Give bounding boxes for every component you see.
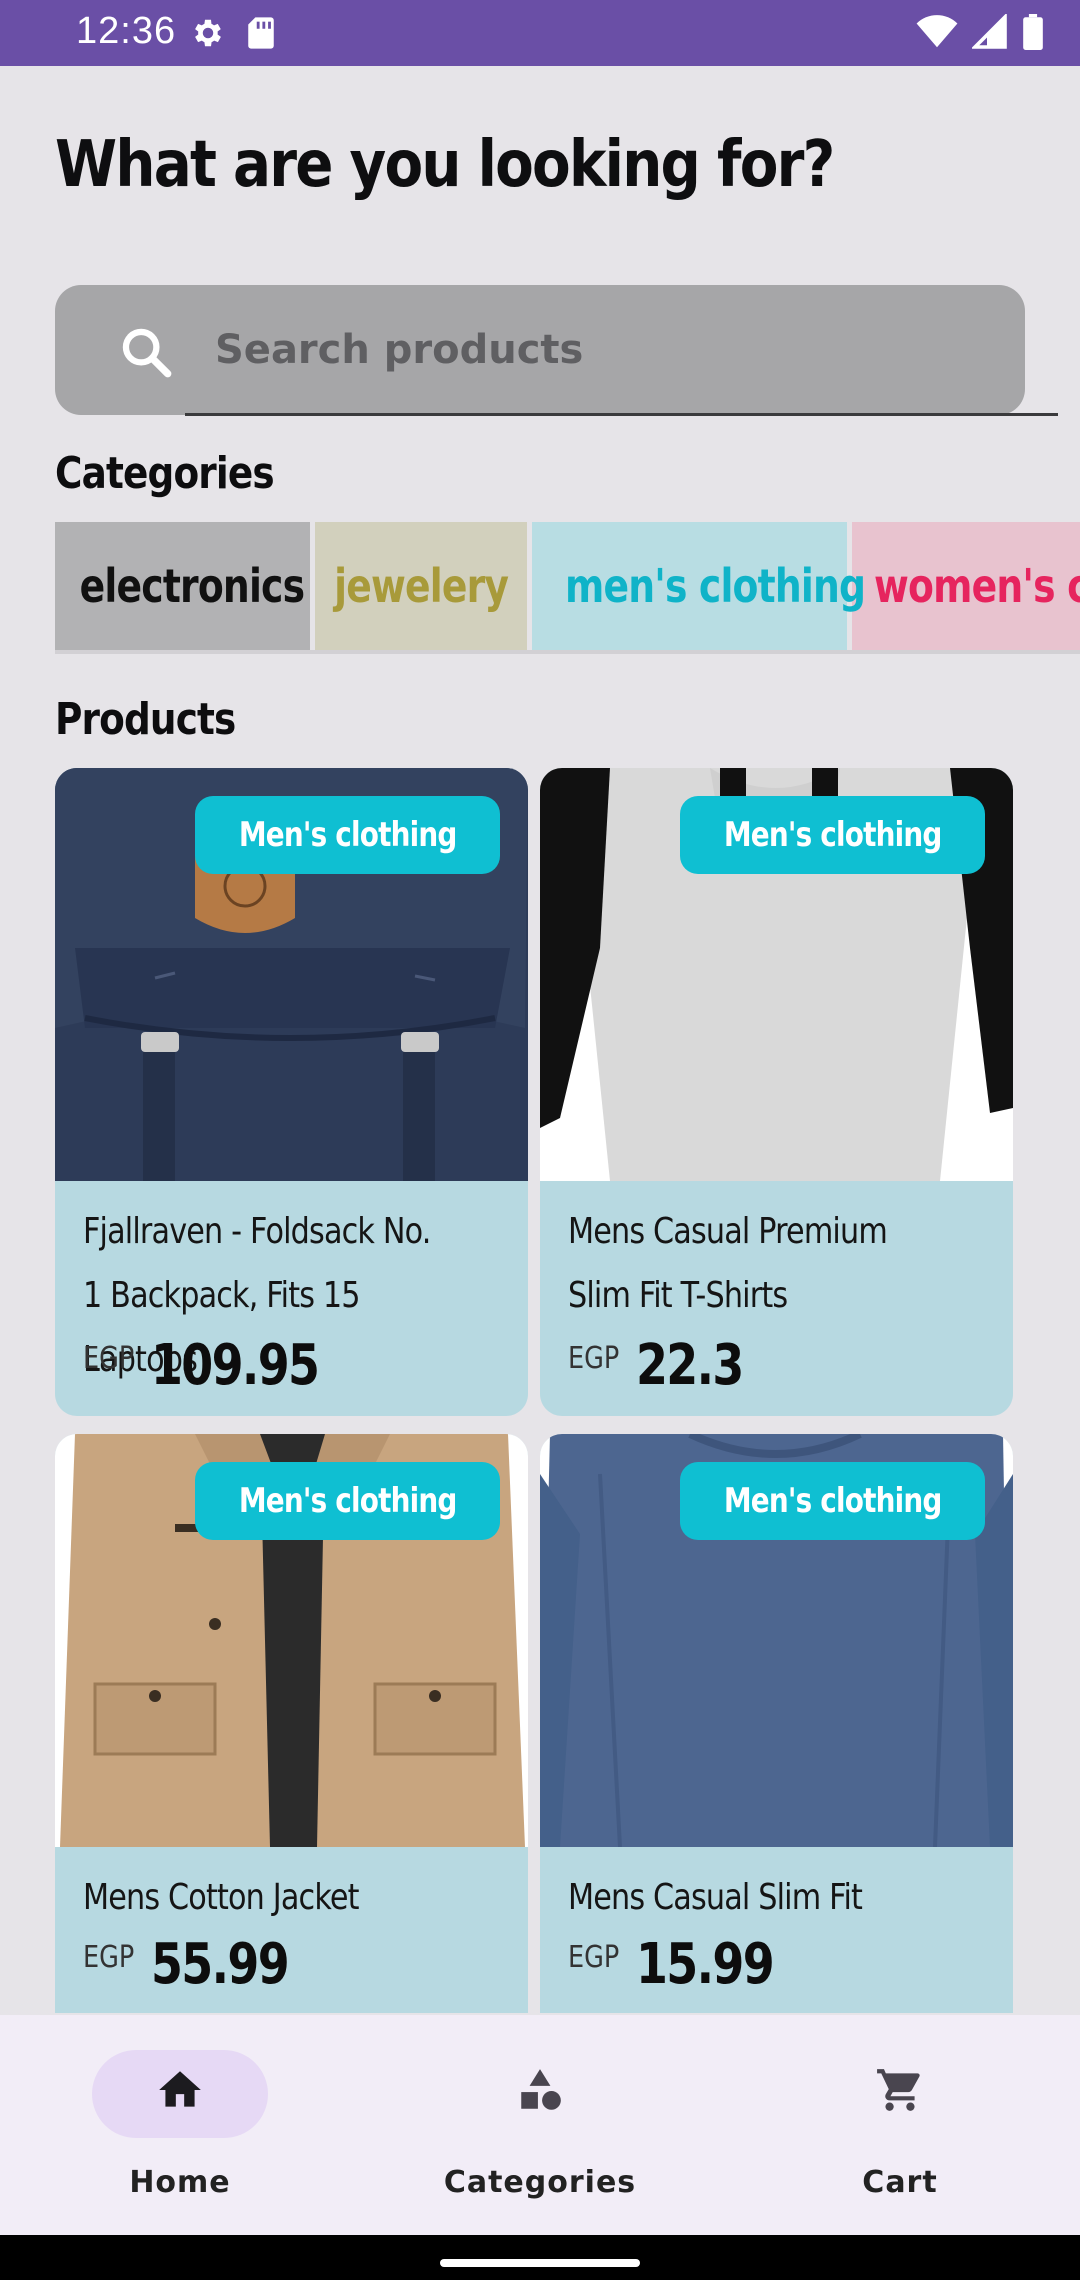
product-category-badge: Men's clothing [679,796,985,874]
home-gesture-bar[interactable] [440,2259,640,2267]
product-price: EGP 109.95 [83,1333,355,1398]
search-underline [185,413,1058,416]
categories-list[interactable]: electronics jewelery men's clothing women's… [55,522,1080,652]
system-navigation-area [0,2235,1080,2280]
search-box[interactable] [55,285,1058,416]
status-bar: 12:36 [0,0,1080,66]
categories-heading: Categories [55,448,275,499]
product-name: Mens Cotton Jacket [83,1877,360,1918]
category-chip-mens-clothing[interactable]: men's clothing [532,522,866,650]
badge-label: Men's clothing [238,815,457,855]
category-chip-jewelery[interactable]: jewelery [315,522,527,650]
product-category-badge: Men's clothing [194,1462,500,1540]
status-icons-right [916,14,1044,50]
product-currency: EGP [568,1341,620,1376]
product-amount: 109.95 [151,1333,320,1398]
product-name: Mens Casual Slim Fit [568,1877,863,1918]
nav-label: Cart [862,2165,938,2200]
category-chip-electronics[interactable]: electronics [55,522,310,650]
category-chip-label: electronics [79,559,305,613]
product-amount: 55.99 [151,1932,290,1997]
page-title: What are you looking for? [55,128,835,202]
product-currency: EGP [568,1940,620,1975]
product-amount: 22.3 [636,1333,744,1398]
product-image-jacket: Men's clothing [55,1434,528,1847]
product-image-backpack: Men's clothing [55,768,528,1181]
badge-label: Men's clothing [723,1481,942,1521]
wifi-icon [916,15,958,48]
product-price: EGP 15.99 [568,1932,803,1997]
nav-item-categories[interactable]: Categories [360,2015,720,2235]
product-category-badge: Men's clothing [679,1462,985,1540]
home-icon [159,2071,201,2107]
product-image-tshirt: Men's clothing [540,768,1013,1181]
product-image-longsleeve: Men's clothing [540,1434,1013,1847]
category-chip-womens-clothing[interactable]: women's clothing [852,522,1080,650]
sd-card-icon [248,17,274,49]
shapes-icon [521,2069,561,2110]
product-price: EGP 55.99 [83,1932,318,1997]
badge-label: Men's clothing [238,1481,457,1521]
product-price: EGP 22.3 [568,1333,766,1398]
cart-icon [877,2069,920,2111]
status-time: 12:36 [76,10,177,52]
nav-item-home[interactable]: Home [0,2015,360,2235]
bottom-navigation: Home Categories Cart [0,2015,1080,2235]
nav-label: Home [129,2165,231,2200]
categories-scroll-track [55,650,1080,654]
products-heading: Products [55,694,236,745]
product-category-badge: Men's clothing [194,796,500,874]
product-card[interactable]: Men's clothing Mens Cotton Jacket EGP 55… [55,1434,528,2013]
product-card[interactable]: Men's clothing Mens Casual Premium Slim … [540,768,1013,1416]
product-card[interactable]: Men's clothing Mens Casual Slim Fit EGP … [540,1434,1013,2013]
product-name: Mens Casual Premium Slim Fit T-Shirts [568,1211,888,1316]
products-grid: Men's clothing Fjallraven - Foldsack No.… [55,768,1015,2013]
nav-label: Categories [443,2165,637,2200]
category-chip-label: men's clothing [564,559,866,613]
battery-icon [1023,14,1043,50]
product-currency: EGP [83,1341,135,1376]
product-currency: EGP [83,1940,135,1975]
product-amount: 15.99 [636,1932,775,1997]
search-icon[interactable] [117,323,175,381]
category-chip-label: jewelery [334,559,509,613]
status-icons-left [190,15,276,51]
gear-icon [195,19,221,47]
nav-item-cart[interactable]: Cart [720,2015,1080,2235]
search-input[interactable] [185,285,985,415]
category-chip-label: women's clothing [874,559,1080,613]
product-card[interactable]: Men's clothing Fjallraven - Foldsack No.… [55,768,528,1416]
signal-icon [972,14,1007,49]
badge-label: Men's clothing [723,815,942,855]
